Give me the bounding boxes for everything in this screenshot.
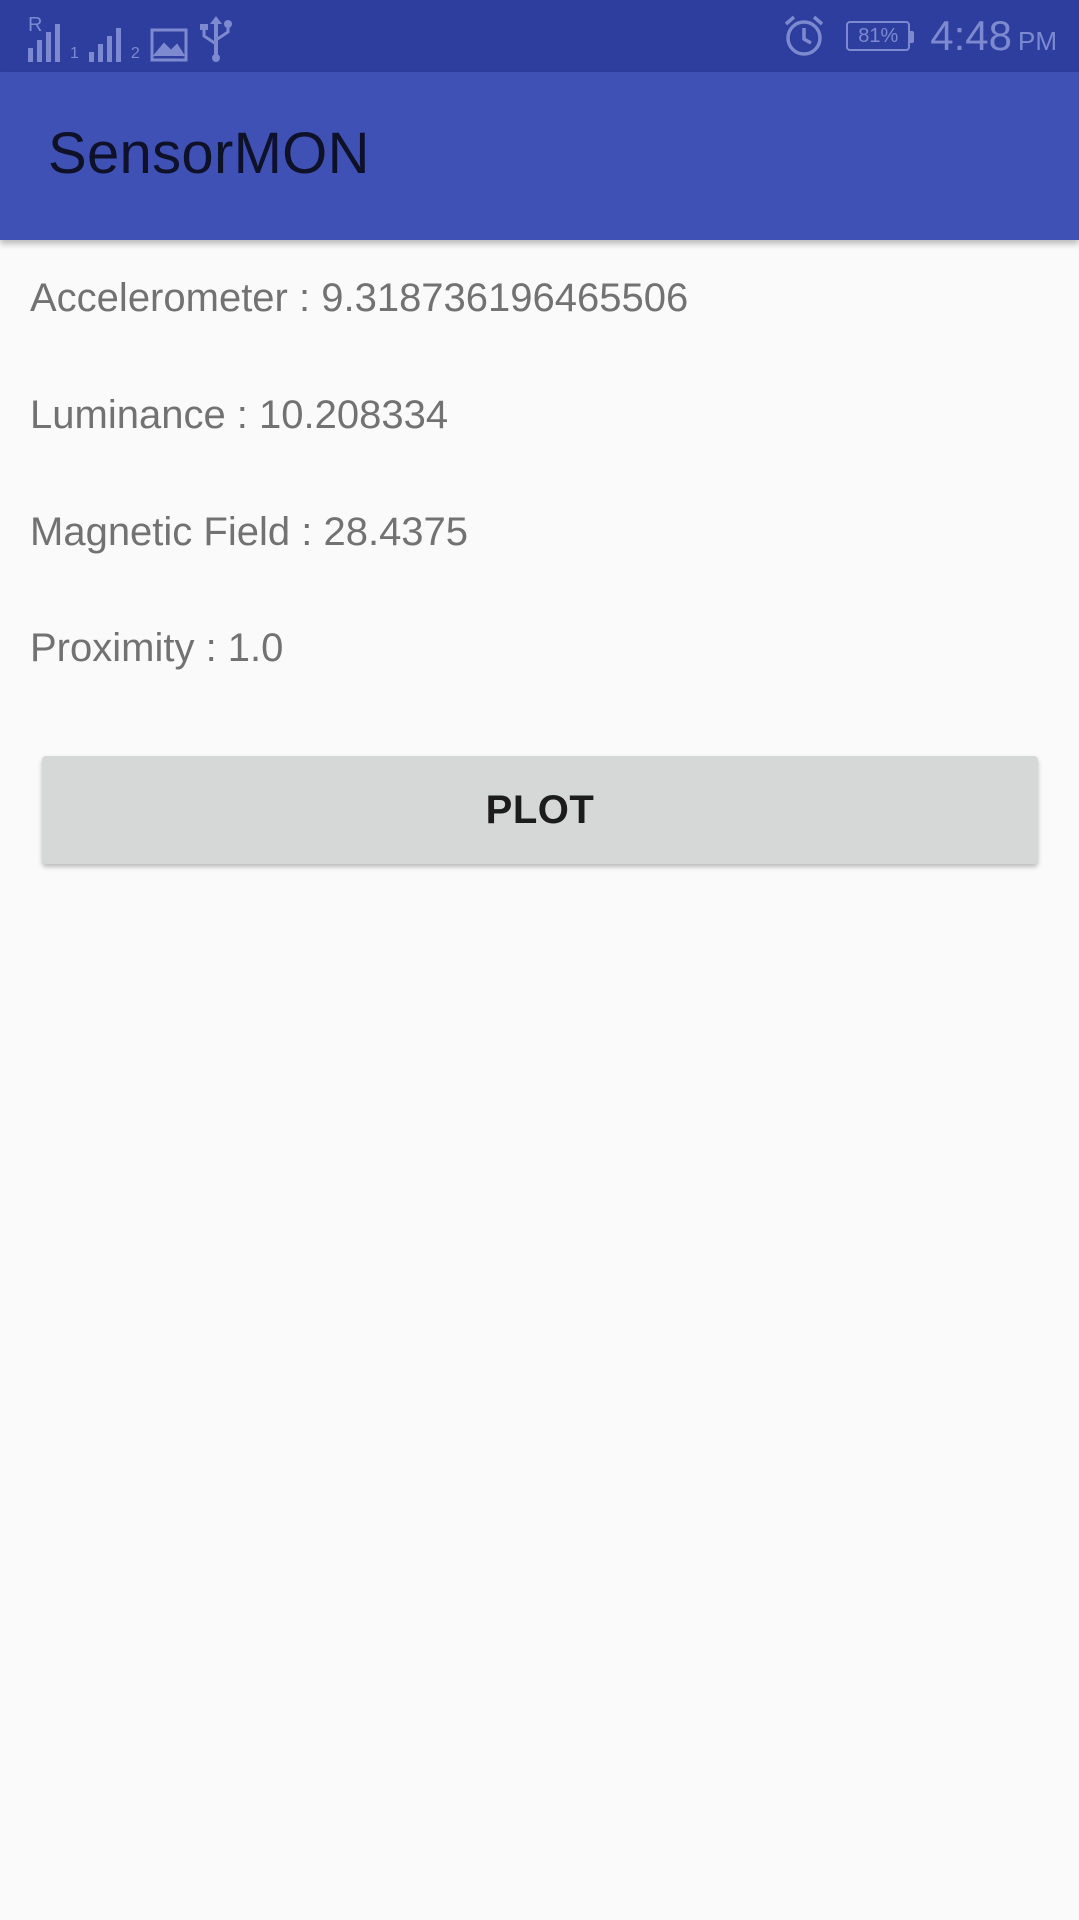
status-right-icons: 81% 4:48 PM	[782, 0, 1057, 72]
plot-button[interactable]: PLOT	[42, 756, 1038, 864]
accelerometer-reading: Accelerometer : 9.318736196465506	[30, 276, 689, 320]
roaming-indicator: R	[28, 14, 43, 36]
usb-icon	[198, 16, 234, 62]
clock-ampm: PM	[1018, 26, 1057, 56]
sim2-indicator: 2	[130, 45, 140, 62]
status-bar: R 1 2 81% 4:48 PM	[0, 0, 1079, 72]
app-title: SensorMON	[48, 121, 370, 186]
signal-icon: R 1	[28, 14, 79, 62]
sim1-indicator: 1	[70, 45, 79, 62]
clock-time: 4:48	[930, 12, 1012, 59]
battery-percent: 81%	[858, 24, 899, 47]
status-left-icons: R 1 2	[28, 10, 234, 62]
luminance-reading: Luminance : 10.208334	[30, 393, 449, 437]
proximity-reading: Proximity : 1.0	[30, 626, 284, 670]
app-bar: SensorMON	[0, 72, 1079, 240]
image-icon	[150, 28, 188, 62]
status-clock: 4:48 PM	[930, 12, 1057, 60]
signal-icon: 2	[88, 18, 140, 62]
alarm-icon	[782, 14, 826, 58]
magnetic-field-reading: Magnetic Field : 28.4375	[30, 510, 469, 554]
battery-icon: 81%	[846, 21, 915, 51]
